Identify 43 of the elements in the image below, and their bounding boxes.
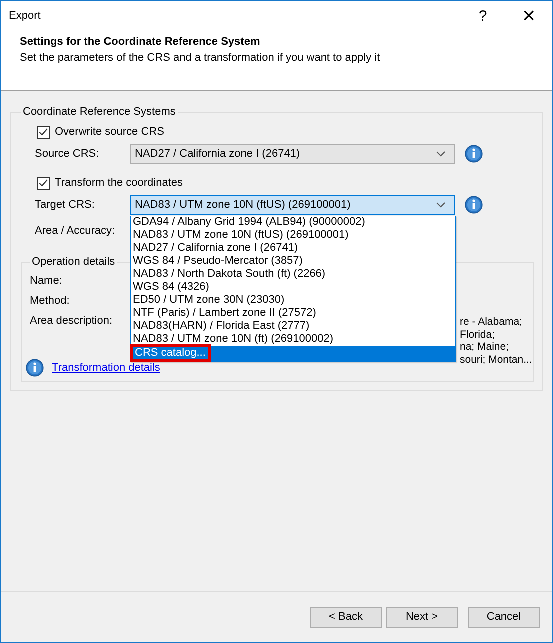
close-button[interactable]: × [506, 3, 552, 29]
chevron-icon[interactable] [436, 151, 446, 157]
dropdown-option[interactable]: NAD27 / California zone I (26741) [131, 242, 455, 255]
checkbox[interactable] [37, 126, 50, 138]
operation-details-title: Operation details [31, 255, 116, 269]
group-title: Coordinate Reference Systems [22, 105, 177, 119]
window-title: Export [9, 10, 42, 22]
dropdown-option[interactable]: NAD83 / North Dakota South (ft) (2266) [131, 268, 455, 281]
chevron-icon[interactable] [436, 202, 446, 208]
dialog-button[interactable]: Cancel [468, 606, 540, 628]
dropdown-option[interactable]: NAD83 / UTM zone 10N (ft) (269100002) [131, 333, 455, 346]
target-crs-label: Target CRS: [35, 199, 96, 211]
area-accuracy-label: Area / Accuracy: [35, 225, 116, 237]
area-description-text: re - Alabama; [460, 316, 522, 328]
area-description-text: na; Maine; [460, 341, 510, 354]
source-crs-dropdown[interactable]: NAD27 / California zone I (26741) [130, 144, 455, 164]
area-description-label: Area description: [30, 314, 113, 329]
info-icon[interactable] [26, 359, 44, 377]
info-icon[interactable] [465, 196, 483, 214]
dropdown-option[interactable]: NAD83(HARN) / Florida East (2777) [131, 320, 455, 333]
dropdown-option[interactable]: NAD83 / UTM zone 10N (ftUS) (269100001) [131, 229, 455, 242]
area-description-text: Florida; [460, 328, 496, 341]
target-crs-dropdown[interactable]: NAD83 / UTM zone 10N (ftUS) (269100001) [130, 195, 455, 215]
area-description-text: souri; Montan... [460, 354, 532, 366]
method-label: Method: [30, 294, 70, 309]
checkbox-label[interactable]: Transform the coordinates [55, 177, 183, 189]
checkbox-label[interactable]: Overwrite source CRS [55, 126, 164, 138]
help-button[interactable]: ? [460, 8, 506, 24]
dropdown-option[interactable]: ED50 / UTM zone 30N (23030) [131, 294, 455, 307]
source-crs-label: Source CRS: [35, 148, 100, 160]
dropdown-option[interactable]: NTF (Paris) / Lambert zone II (27572) [131, 307, 455, 320]
name-label: Name: [30, 274, 62, 289]
info-icon[interactable] [465, 145, 483, 163]
dialog-button[interactable]: < Back [310, 606, 382, 628]
dropdown-option[interactable]: WGS 84 / Pseudo-Mercator (3857) [131, 255, 455, 268]
transformation-details-link[interactable]: Transformation details [52, 362, 160, 374]
checkbox[interactable] [37, 176, 50, 190]
dialog-button[interactable]: Next > [386, 606, 458, 628]
dropdown-option[interactable]: WGS 84 (4326) [131, 281, 455, 294]
page-subtitle: Set the parameters of the CRS and a transformation if you want to apply it [20, 52, 382, 64]
page-title: Settings for the Coordinate Reference System [20, 36, 262, 48]
dropdown-option[interactable]: GDA94 / Albany Grid 1994 (ALB94) (90000002) [131, 216, 455, 229]
dropdown-option[interactable]: CRS catalog... [131, 346, 455, 361]
